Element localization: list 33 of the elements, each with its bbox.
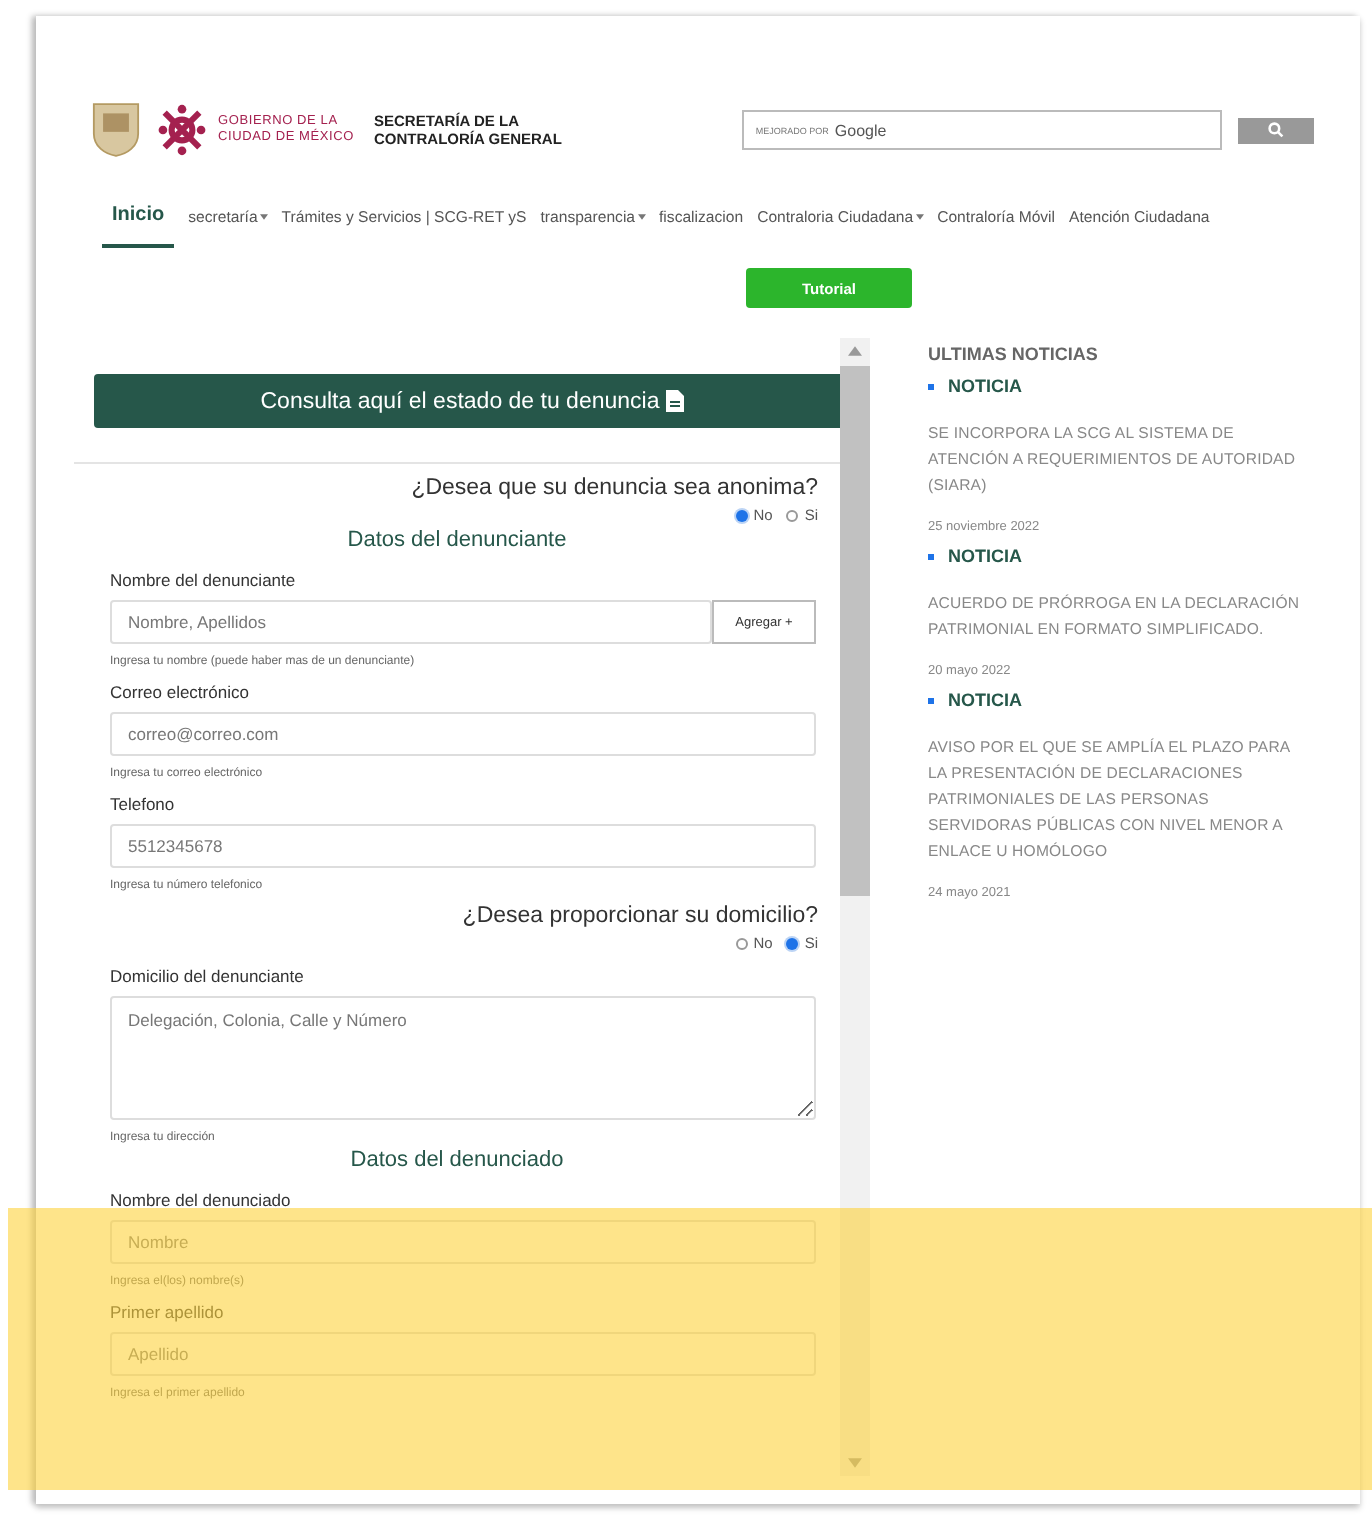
news-tag: NOTICIA <box>948 690 1022 710</box>
news-tag: NOTICIA <box>948 546 1022 566</box>
knot-logo-icon <box>156 102 208 158</box>
input-field[interactable]: correo@correo.com <box>110 712 816 756</box>
search-brand: Google <box>834 121 887 139</box>
scrollbar[interactable] <box>840 338 870 1476</box>
news-tag: NOTICIA <box>948 376 1022 396</box>
field-label: Domicilio del denunciante <box>110 966 306 986</box>
scroll-up-icon <box>848 346 862 356</box>
textarea-field[interactable]: Delegación, Colonia, Calle y Número <box>110 996 816 1120</box>
input-field[interactable]: Nombre, Apellidos <box>110 600 712 644</box>
bullet-icon <box>928 697 934 703</box>
section-heading: Datos del denunciante <box>345 528 569 552</box>
search-button[interactable] <box>1237 117 1314 143</box>
status-button[interactable]: Consulta aquí el estado de tu denuncia <box>94 374 840 428</box>
field-label: Primer apellido <box>110 1302 226 1322</box>
question-text: ¿Desea proporcionar su domicilio? <box>462 904 818 928</box>
nav-tab[interactable]: Inicio <box>102 189 175 247</box>
section-heading: Datos del denunciado <box>348 1148 566 1172</box>
field-label: Telefono <box>110 794 177 814</box>
scrollbar-thumb[interactable] <box>840 366 870 896</box>
bullet-icon <box>928 553 934 559</box>
scroll-down-icon <box>848 1458 862 1468</box>
field-label: Nombre del denunciante <box>110 570 298 590</box>
input-field[interactable]: 5512345678 <box>110 824 816 868</box>
field-label: Nombre del denunciado <box>110 1190 293 1210</box>
document-icon <box>665 390 684 412</box>
shield-logo-icon <box>92 102 140 158</box>
search-icon <box>1267 122 1284 138</box>
news-title: ULTIMAS NOTICIAS <box>928 344 1100 364</box>
bullet-icon <box>928 383 934 389</box>
field-label: Correo electrónico <box>110 682 251 702</box>
question-text: ¿Desea que su denuncia sea anonima? <box>411 476 818 500</box>
